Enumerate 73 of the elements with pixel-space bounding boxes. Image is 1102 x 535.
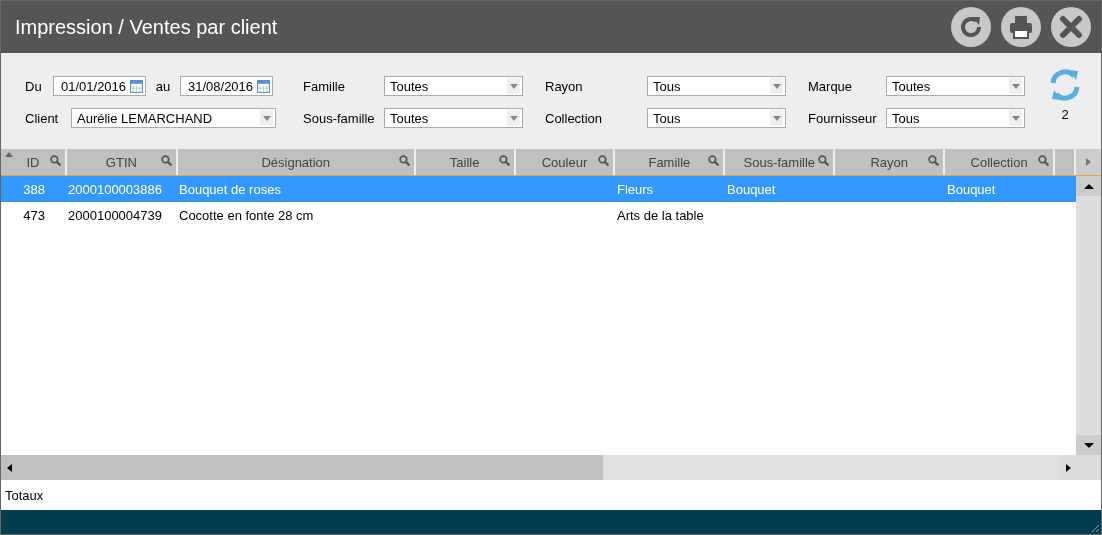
scroll-right-button[interactable] [1076, 149, 1101, 175]
column-header[interactable]: Désignation [177, 149, 416, 175]
column-header[interactable]: Collection [945, 149, 1056, 175]
arrow-right-icon[interactable] [1065, 463, 1071, 472]
calendar-icon[interactable] [257, 79, 270, 93]
window-title: Impression / Ventes par client [15, 15, 278, 39]
caret-icon [1009, 110, 1022, 126]
filter-label: au [154, 78, 172, 94]
column-header[interactable]: Rayon [835, 149, 946, 175]
table-cell: 473 [23, 207, 45, 223]
filter-label: Collection [545, 110, 604, 126]
table-cell: Fleurs [617, 181, 654, 197]
filter-label: Marque [808, 78, 854, 94]
table-row[interactable]: 473 2000100004739 Cocotte en fonte 28 cm Arts de la table [1, 202, 1076, 228]
search-icon[interactable] [598, 155, 610, 166]
sort-icon[interactable] [5, 152, 13, 157]
search-icon[interactable] [49, 155, 61, 166]
table-cell: Cocotte en fonte 28 cm [179, 207, 314, 223]
search-icon[interactable] [708, 155, 720, 166]
arrow-up-icon[interactable] [1083, 183, 1094, 189]
column-header[interactable]: ID [1, 149, 67, 175]
search-icon[interactable] [498, 155, 510, 166]
refresh-icon[interactable] [951, 7, 991, 47]
client-dropdown[interactable]: Aurélie LEMARCHAND [71, 108, 276, 128]
scrollbar-corner [1076, 455, 1101, 480]
table-cell: Bouquet [727, 181, 776, 197]
table-cell: Bouquet de roses [179, 181, 281, 197]
arrow-right-icon [1086, 158, 1092, 166]
totals-label: Totaux [5, 487, 44, 503]
date-field[interactable]: 31/08/2016 [180, 76, 273, 96]
vertical-scrollbar[interactable] [1076, 176, 1101, 455]
filter-label: Fournisseur [808, 110, 878, 126]
filter-label: Sous-famille [303, 110, 376, 126]
column-header[interactable]: Couleur [515, 149, 616, 175]
search-icon[interactable] [1038, 155, 1050, 166]
table-cell: Arts de la table [617, 207, 704, 223]
caret-icon [507, 110, 520, 126]
result-count: 2 [1061, 107, 1069, 122]
column-header[interactable]: Famille [615, 149, 726, 175]
column-header[interactable]: Taille [415, 149, 516, 175]
arrow-down-icon[interactable] [1083, 442, 1094, 448]
column-header[interactable]: GTIN [66, 149, 178, 175]
filter-label: Famille [303, 78, 346, 94]
dropdown[interactable]: Tous [647, 76, 786, 96]
table-cell: Bouquet [947, 181, 996, 197]
dropdown[interactable]: Tous [647, 108, 786, 128]
calendar-icon[interactable] [130, 79, 143, 93]
table-cell: 2000100004739 [68, 207, 162, 223]
filter-label: Client [25, 110, 60, 126]
resize-grip-icon[interactable] [1090, 523, 1100, 533]
close-icon[interactable] [1051, 7, 1091, 47]
filter-label: Du [25, 78, 43, 94]
caret-icon [770, 110, 783, 126]
table-cell: 2000100003886 [68, 181, 162, 197]
caret-icon [507, 78, 520, 94]
caret-icon [770, 78, 783, 94]
dropdown[interactable]: Toutes [384, 76, 523, 96]
search-icon[interactable] [928, 155, 940, 166]
caret-icon [260, 110, 273, 126]
column-header[interactable]: Sous-famille [725, 149, 836, 175]
table-cell: 388 [23, 181, 45, 197]
arrow-left-icon[interactable] [6, 463, 12, 472]
dropdown[interactable]: Toutes [384, 108, 523, 128]
search-icon[interactable] [160, 155, 172, 166]
date-field[interactable]: 01/01/2016 [53, 76, 146, 96]
search-icon[interactable] [818, 155, 830, 166]
caret-icon [1009, 78, 1022, 94]
dropdown[interactable]: Tous [886, 108, 1025, 128]
dropdown[interactable]: Toutes [886, 76, 1025, 96]
search-icon[interactable] [398, 155, 410, 166]
filter-label: Rayon [545, 78, 584, 94]
horizontal-scrollbar[interactable] [1, 455, 1101, 480]
print-icon[interactable] [1001, 7, 1041, 47]
